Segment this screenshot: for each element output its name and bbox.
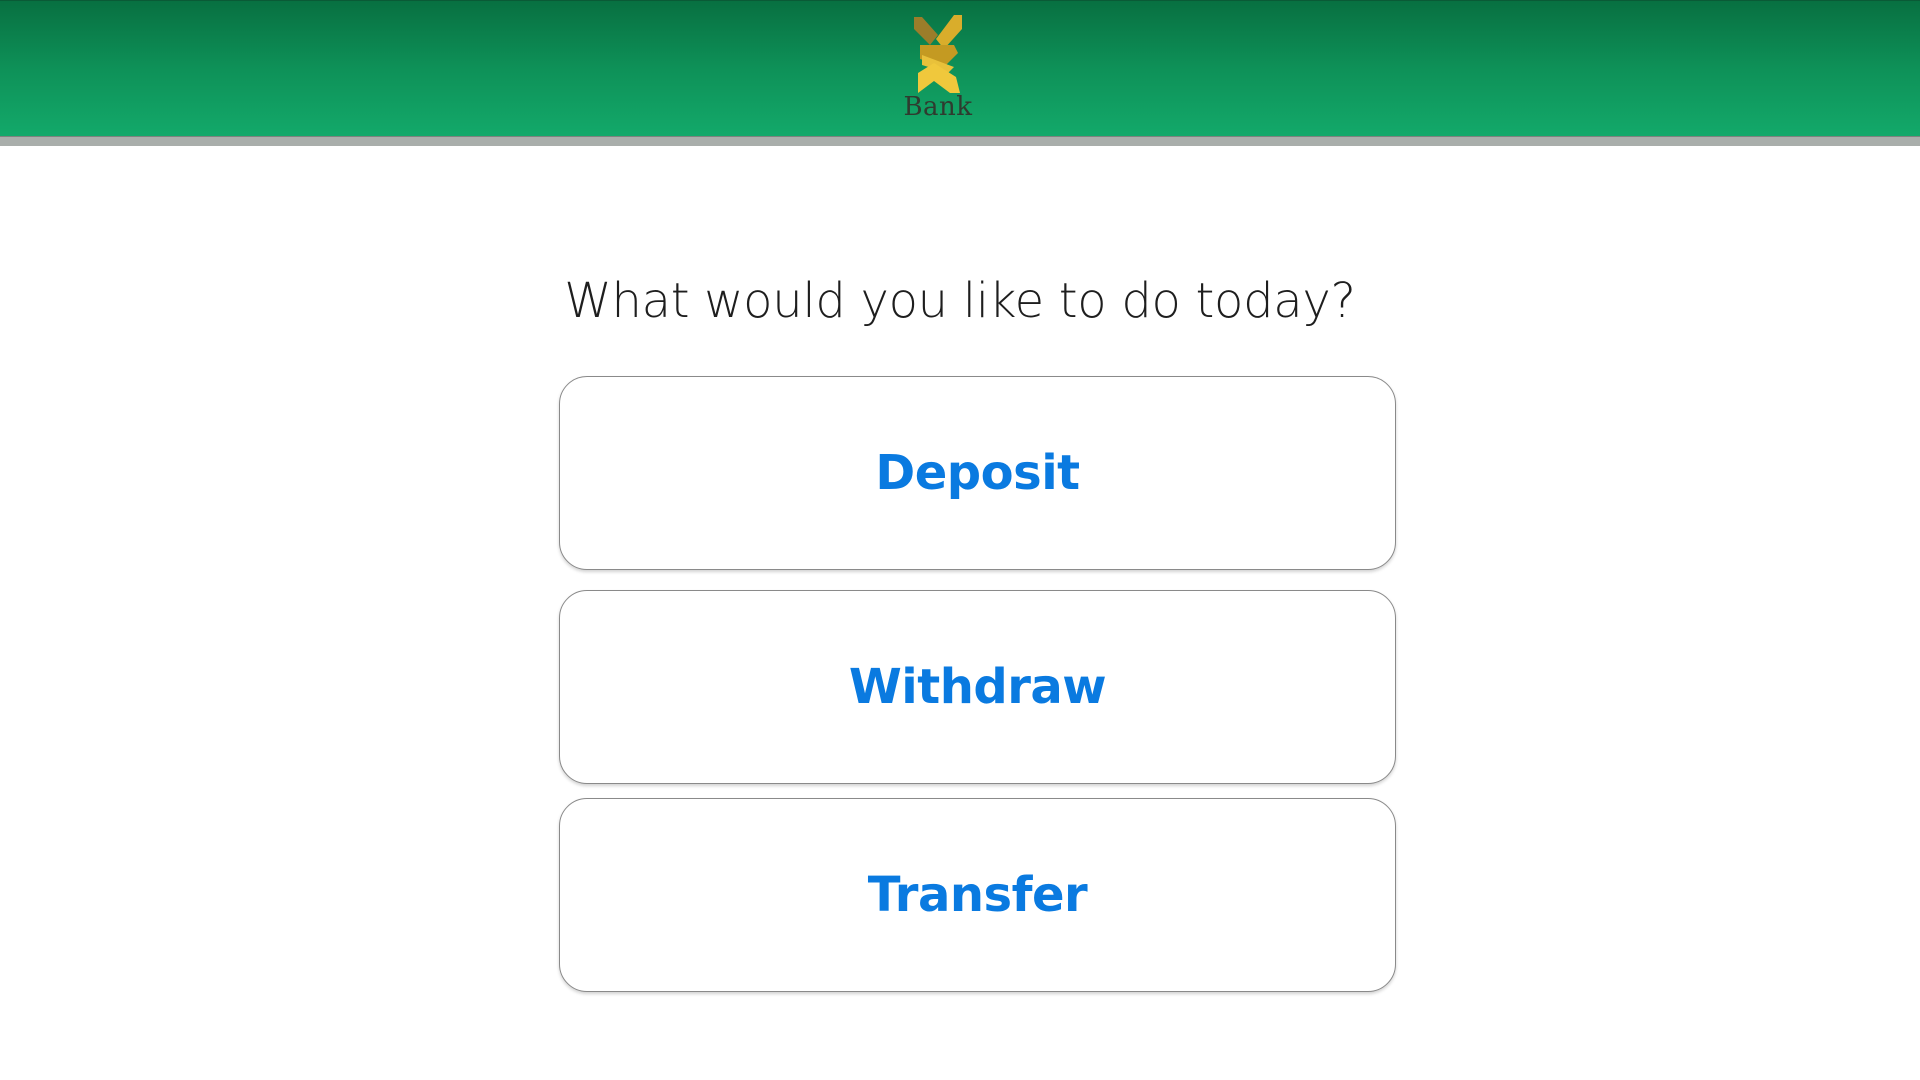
page-prompt: What would you like to do today?	[564, 273, 1356, 329]
transfer-button[interactable]: Transfer	[559, 798, 1396, 992]
header-divider	[0, 136, 1920, 146]
bank-logo-emblem-icon	[914, 15, 962, 93]
withdraw-button[interactable]: Withdraw	[559, 590, 1396, 784]
withdraw-button-label: Withdraw	[848, 659, 1107, 715]
transfer-button-label: Transfer	[867, 867, 1088, 923]
deposit-button-label: Deposit	[875, 445, 1080, 501]
deposit-button[interactable]: Deposit	[559, 376, 1396, 570]
bank-logo-text: Bank	[903, 92, 973, 122]
bank-logo: Bank	[898, 15, 978, 125]
app-header: Bank	[0, 0, 1920, 136]
